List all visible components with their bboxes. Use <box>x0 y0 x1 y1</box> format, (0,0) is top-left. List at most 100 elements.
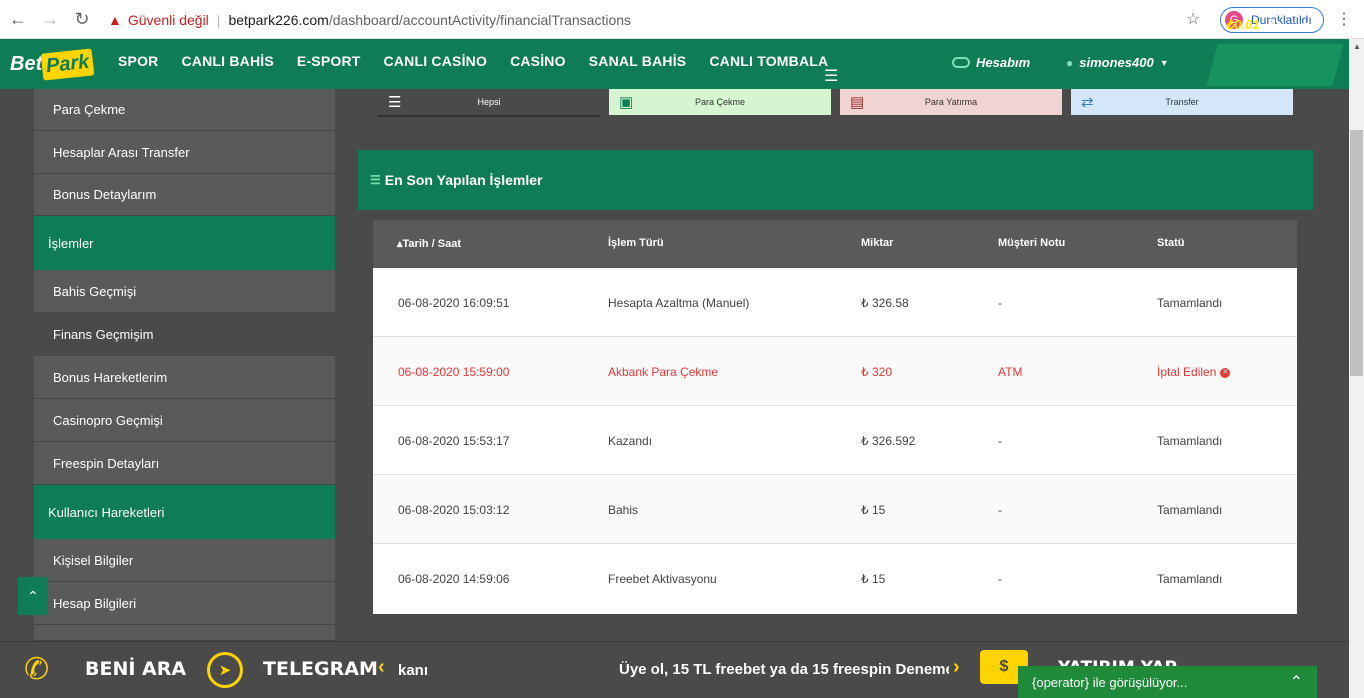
scroll-thumb[interactable] <box>1350 130 1363 376</box>
balance-content[interactable]: ₺0.01 ↻ ▼ <box>1226 16 1310 33</box>
balance-value: ₺0.01 <box>1226 16 1260 32</box>
nav-tombala[interactable]: CANLI TOMBALA <box>709 53 828 69</box>
cell-type: Akbank Para Çekme <box>608 365 719 379</box>
filter-deposit[interactable]: ▤ Para Yatırma <box>840 89 1062 115</box>
nav-virtual[interactable]: SANAL BAHİS <box>589 53 687 69</box>
cell-amount: ₺ 15 <box>861 503 886 517</box>
sidebar-item-personal-info[interactable]: Kişisel Bilgiler <box>34 539 335 582</box>
kebab-menu-icon[interactable]: ⋮ <box>1336 9 1352 29</box>
cell-status: Tamamlandı <box>1157 434 1223 448</box>
username: simones400 <box>1079 55 1154 70</box>
sidebar-item-transfer[interactable]: Hesaplar Arası Transfer <box>34 131 335 174</box>
nav-spor[interactable]: SPOR <box>118 53 158 69</box>
forward-icon[interactable]: → <box>36 5 64 33</box>
cell-note: - <box>998 572 1002 586</box>
cancel-icon: ✕ <box>1220 367 1231 378</box>
cell-date: 06-08-2020 14:59:06 <box>398 572 510 586</box>
cell-type: Freebet Aktivasyonu <box>608 572 717 586</box>
panel-title: ☰ En Son Yapılan İşlemler <box>358 150 1313 210</box>
chevron-down-icon: ▼ <box>1159 57 1169 68</box>
logo[interactable]: Bet Park <box>10 45 95 83</box>
nav-live-casino[interactable]: CANLI CASİNO <box>384 53 488 69</box>
back-icon[interactable]: ← <box>4 5 32 33</box>
cell-note: - <box>998 296 1002 310</box>
cell-status: Tamamlandı <box>1157 572 1223 586</box>
cell-date: 06-08-2020 15:53:17 <box>398 434 510 448</box>
cell-status: Tamamlandı <box>1157 503 1223 517</box>
chevron-up-icon[interactable]: ⌃ <box>18 577 48 615</box>
reload-icon[interactable]: ↻ <box>68 5 96 33</box>
cell-type: Bahis <box>608 503 639 517</box>
menu-icon[interactable]: ☰ <box>824 66 838 86</box>
chat-widget[interactable]: {operator} ile görüşülüyor... ⌃ <box>1018 666 1317 698</box>
refresh-icon[interactable]: ↻ <box>1268 16 1280 33</box>
chat-status: {operator} ile görüşülüyor... <box>1032 674 1188 690</box>
top-nav: SPOR CANLI BAHİS E-SPORT CANLI CASİNO CA… <box>118 53 828 69</box>
sidebar-item-account-info[interactable]: Hesap Bilgileri <box>34 582 335 625</box>
col-note[interactable]: Müşteri Notu <box>998 237 1065 249</box>
col-type[interactable]: İşlem Türü <box>608 237 664 249</box>
user-menu[interactable]: ● simones400 ▼ <box>1066 55 1169 70</box>
sidebar-section-user[interactable]: Kullanıcı Hareketleri <box>34 485 335 539</box>
scroll-up-arrow[interactable]: ▲ <box>1353 42 1361 51</box>
nav-live-betting[interactable]: CANLI BAHİS <box>181 53 273 69</box>
browser-toolbar: ← → ↻ ▲ Güvenli değil | betpark226.com/d… <box>0 0 1364 39</box>
col-date[interactable]: ▴Tarih / Saat <box>397 237 461 250</box>
sidebar-item-casinopro[interactable]: Casinopro Geçmişi <box>34 399 335 442</box>
sidebar-item-partial[interactable] <box>34 625 335 641</box>
site-header: Bet Park SPOR CANLI BAHİS E-SPORT CANLI C… <box>0 39 1354 89</box>
balance-box[interactable] <box>1206 44 1344 86</box>
url-path: /dashboard/accountActivity/financialTran… <box>328 12 632 28</box>
call-me-link[interactable]: BENİ ARA <box>85 658 186 680</box>
cell-date: 06-08-2020 16:09:51 <box>398 296 510 310</box>
cell-date: 06-08-2020 15:03:12 <box>398 503 510 517</box>
marquee-text: Üye ol, 15 TL freebet ya da 15 freespin … <box>619 661 949 678</box>
table-row[interactable]: 06-08-2020 14:59:06 Freebet Aktivasyonu … <box>373 544 1297 613</box>
col-amount[interactable]: Miktar <box>861 237 893 249</box>
chevron-down-icon: ▼ <box>1301 19 1311 30</box>
user-icon: ● <box>1066 55 1074 70</box>
col-status[interactable]: Statü <box>1157 237 1185 249</box>
sidebar-item-finance-history[interactable]: Finans Geçmişim <box>34 313 335 356</box>
transaction-filters: ☰ Hepsi ▣ Para Çekme ▤ Para Yatırma ⇄ Tr… <box>378 89 1294 115</box>
chevron-up-icon[interactable]: ⌃ <box>1290 672 1303 692</box>
table-row[interactable]: 06-08-2020 16:09:51 Hesapta Azaltma (Man… <box>373 268 1297 337</box>
sidebar: Para Çekme Hesaplar Arası Transfer Bonus… <box>34 89 335 641</box>
table-row[interactable]: 06-08-2020 15:53:17 Kazandı ₺ 326.592 - … <box>373 406 1297 475</box>
transfer-icon: ⇄ <box>1081 94 1094 111</box>
cell-amount: ₺ 326.58 <box>861 296 909 310</box>
url-host: betpark226.com <box>228 12 329 28</box>
cell-status: İptal Edilen <box>1157 365 1217 379</box>
account-link[interactable]: Hesabım <box>952 55 1030 70</box>
cell-type: Hesapta Azaltma (Manuel) <box>608 296 750 310</box>
sidebar-item-freespin[interactable]: Freespin Detayları <box>34 442 335 485</box>
sidebar-item-bonus-moves[interactable]: Bonus Hareketlerim <box>34 356 335 399</box>
nav-esport[interactable]: E-SPORT <box>297 53 361 69</box>
marquee-prev-text: kanı <box>398 662 429 679</box>
telegram-link[interactable]: TELEGRAM <box>263 658 378 680</box>
telegram-icon[interactable]: ➤ <box>207 652 243 688</box>
nav-casino[interactable]: CASİNO <box>510 53 566 69</box>
chevron-right-icon[interactable]: › <box>953 656 960 679</box>
cash-icon: ▣ <box>619 94 634 111</box>
filter-transfer[interactable]: ⇄ Transfer <box>1071 89 1293 115</box>
star-icon[interactable]: ☆ <box>1186 9 1200 29</box>
sidebar-item-withdraw[interactable]: Para Çekme <box>34 89 335 131</box>
filter-all[interactable]: ☰ Hepsi <box>378 89 600 115</box>
sidebar-item-bonus-details[interactable]: Bonus Detaylarım <box>34 174 335 216</box>
warning-icon: ▲ <box>108 12 122 28</box>
phone-icon[interactable]: ✆ <box>24 652 49 687</box>
filter-withdraw[interactable]: ▣ Para Çekme <box>609 89 831 115</box>
address-bar[interactable]: ▲ Güvenli değil | betpark226.com/dashboa… <box>108 6 1208 34</box>
cell-type: Kazandı <box>608 434 653 448</box>
table-row[interactable]: 06-08-2020 15:03:12 Bahis ₺ 15 - Tamamla… <box>373 475 1297 544</box>
cell-note: - <box>998 503 1002 517</box>
cell-status: Tamamlandı <box>1157 296 1223 310</box>
bank-icon: ▤ <box>850 94 865 111</box>
table-row[interactable]: 06-08-2020 15:59:00 Akbank Para Çekme ₺ … <box>373 337 1297 406</box>
cell-amount: ₺ 320 <box>861 365 892 379</box>
chevron-left-icon[interactable]: ‹ <box>378 656 385 679</box>
sidebar-section-transactions[interactable]: İşlemler <box>34 216 335 270</box>
list-icon: ☰ <box>388 94 402 111</box>
sidebar-item-bet-history[interactable]: Bahis Geçmişi <box>34 270 335 313</box>
